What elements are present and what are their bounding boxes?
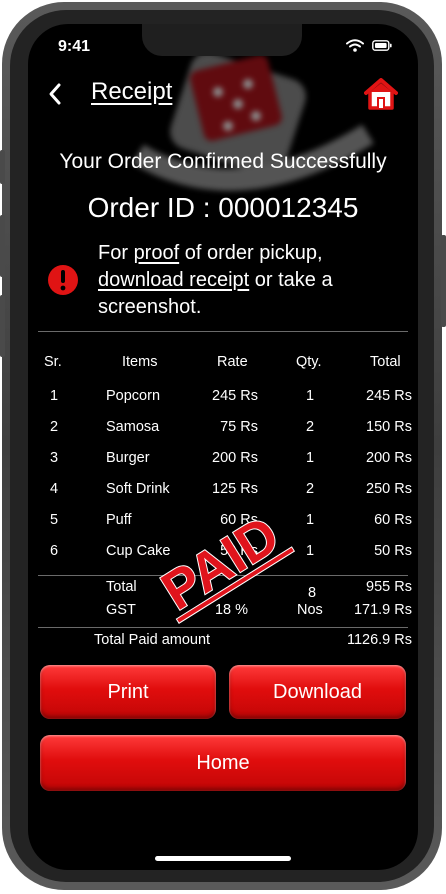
header-items: Items [122,354,158,370]
summary-gst-label: GST [106,602,136,618]
row-item: Soft Drink [106,481,170,497]
row-qty: 1 [306,388,315,404]
order-id: Order ID : 000012345 [87,192,359,223]
row-item: Burger [106,450,150,466]
wifi-icon [346,39,364,52]
notice-middle: of order pickup, [179,242,323,264]
download-button[interactable]: Download [229,665,406,719]
download-receipt-link[interactable]: download receipt [98,269,249,291]
divider-top [38,331,408,332]
home-button[interactable]: Home [40,735,406,791]
row-total: 50 Rs [374,543,412,559]
header-total: Total [370,354,401,370]
row-total: 150 Rs [366,419,412,435]
volume-down-button [0,295,5,357]
row-item: Cup Cake [106,543,171,559]
proof-link: proof [133,242,180,264]
row-sr: 1 [50,388,59,404]
page-title: Receipt [91,78,173,105]
row-qty: 1 [306,450,315,466]
volume-up-button [0,215,5,277]
power-button [441,235,446,327]
summary-qty-unit: Nos [297,602,323,618]
row-item: Samosa [106,419,160,435]
row-rate: 200 Rs [212,450,258,466]
row-sr: 5 [50,512,59,528]
summary-qty-count: 8 [308,585,317,601]
header-rate: Rate [217,354,248,370]
download-notice: For proof of order pickup, download recei… [98,240,408,321]
home-indicator[interactable] [155,856,291,861]
app-screen: 9:41 Receipt Your Order Confirmed Succes… [28,24,418,870]
row-rate: 245 Rs [212,388,258,404]
summary-gst-value: 171.9 Rs [353,602,412,618]
row-sr: 6 [50,543,59,559]
exclamation-alert-icon [48,265,78,295]
header-sr: Sr. [44,354,62,370]
divider-paid [38,627,408,628]
row-item: Puff [106,512,132,528]
row-rate: 75 Rs [220,419,258,435]
row-sr: 4 [50,481,59,497]
summary-total-label: Total [106,579,137,595]
house-icon[interactable] [364,78,398,110]
confirmation-message: Your Order Confirmed Successfully [59,150,387,173]
row-sr: 3 [50,450,59,466]
row-total: 250 Rs [366,481,412,497]
total-paid-label: Total Paid amount [94,632,211,648]
notice-prefix: For [98,242,134,264]
mute-switch [0,150,5,184]
battery-icon [372,40,392,51]
row-total: 245 Rs [366,388,412,404]
status-icons [346,39,392,52]
row-total: 60 Rs [374,512,412,528]
row-total: 200 Rs [366,450,412,466]
camera-notch [142,24,302,56]
header-qty: Qty. [296,354,322,370]
row-qty: 1 [306,512,315,528]
chevron-left-icon[interactable] [46,82,66,106]
row-qty: 2 [306,419,315,435]
row-item: Popcorn [106,388,161,404]
row-qty: 2 [306,481,315,497]
print-button[interactable]: Print [40,665,216,719]
row-rate: 125 Rs [212,481,258,497]
row-qty: 1 [306,543,315,559]
status-time: 9:41 [58,38,91,55]
summary-total-value: 955 Rs [366,579,412,595]
total-paid-value: 1126.9 Rs [346,632,412,648]
row-sr: 2 [50,419,59,435]
